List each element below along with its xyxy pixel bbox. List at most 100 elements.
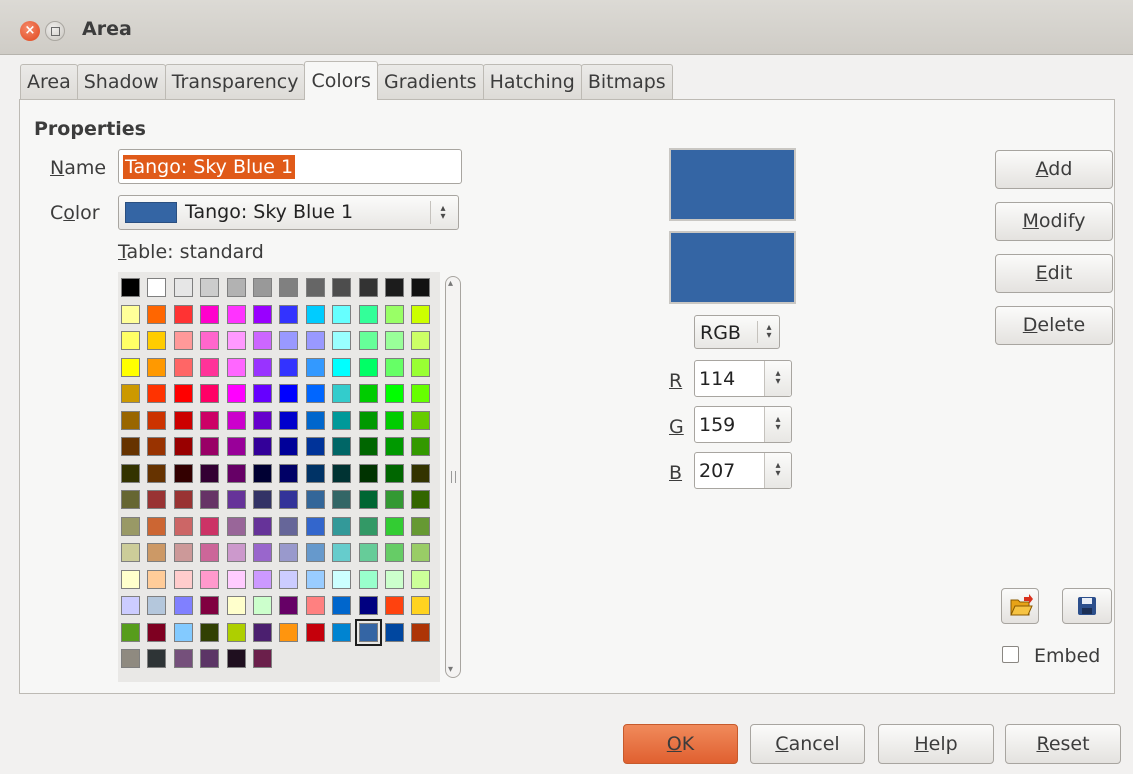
color-swatch[interactable] (332, 331, 352, 350)
color-swatch[interactable] (121, 384, 140, 403)
load-color-list-button[interactable] (1001, 588, 1039, 624)
color-swatch[interactable] (147, 516, 167, 536)
color-swatch[interactable] (200, 516, 220, 536)
color-swatch[interactable] (332, 622, 352, 642)
g-spinbox[interactable]: 159 ▴ ▾ (694, 406, 792, 443)
color-swatch[interactable] (385, 463, 404, 483)
color-swatch[interactable] (200, 490, 220, 509)
color-swatch[interactable] (173, 304, 193, 324)
color-swatch[interactable] (147, 543, 167, 562)
color-swatch[interactable] (253, 463, 272, 483)
color-swatch[interactable] (385, 357, 404, 377)
color-swatch[interactable] (305, 543, 325, 562)
color-swatch[interactable] (354, 618, 382, 646)
color-swatch[interactable] (305, 596, 325, 615)
color-swatch[interactable] (173, 569, 193, 589)
edit-button[interactable]: Edit (995, 254, 1113, 293)
scroll-down-icon[interactable]: ▾ (448, 664, 453, 675)
color-swatch[interactable] (279, 543, 299, 562)
color-swatch[interactable] (253, 649, 272, 668)
color-swatch[interactable] (226, 437, 246, 456)
color-swatch[interactable] (121, 596, 140, 615)
color-swatch[interactable] (253, 516, 272, 536)
color-swatch[interactable] (121, 543, 140, 562)
color-swatch[interactable] (279, 357, 299, 377)
color-swatch[interactable] (253, 278, 272, 297)
color-swatch[interactable] (332, 357, 352, 377)
color-swatch[interactable] (226, 649, 246, 668)
color-swatch[interactable] (147, 596, 167, 615)
color-swatch[interactable] (253, 543, 272, 562)
color-swatch[interactable] (173, 543, 193, 562)
color-swatch[interactable] (305, 437, 325, 456)
color-swatch[interactable] (358, 278, 378, 297)
color-swatch[interactable] (121, 490, 140, 509)
color-swatch[interactable] (253, 437, 272, 456)
color-swatch[interactable] (358, 437, 378, 456)
color-swatch[interactable] (200, 437, 220, 456)
color-swatch[interactable] (226, 596, 246, 615)
color-swatch[interactable] (226, 622, 246, 642)
color-swatch[interactable] (173, 649, 193, 668)
color-swatch[interactable] (226, 357, 246, 377)
color-swatch[interactable] (385, 490, 404, 509)
tab-bitmaps[interactable]: Bitmaps (580, 64, 673, 99)
color-swatch[interactable] (200, 304, 220, 324)
color-swatch[interactable] (253, 569, 272, 589)
color-swatch[interactable] (147, 331, 167, 350)
color-swatch[interactable] (332, 437, 352, 456)
color-swatch[interactable] (253, 622, 272, 642)
color-swatch[interactable] (411, 357, 431, 377)
tab-gradients[interactable]: Gradients (376, 64, 484, 99)
color-swatch[interactable] (358, 490, 378, 509)
name-input[interactable]: Tango: Sky Blue 1 (118, 149, 462, 184)
color-swatch[interactable] (411, 437, 431, 456)
color-swatch[interactable] (226, 304, 246, 324)
color-swatch[interactable] (305, 463, 325, 483)
color-swatch[interactable] (121, 331, 140, 350)
color-swatch[interactable] (332, 596, 352, 615)
color-swatch[interactable] (121, 304, 140, 324)
color-swatch[interactable] (358, 543, 378, 562)
color-swatch[interactable] (253, 304, 272, 324)
color-swatch[interactable] (121, 437, 140, 456)
palette-scrollbar[interactable]: ▴ ▾ (443, 272, 463, 684)
color-swatch[interactable] (200, 649, 220, 668)
color-swatch[interactable] (385, 304, 404, 324)
color-swatch[interactable] (358, 304, 378, 324)
color-swatch[interactable] (279, 331, 299, 350)
color-swatch[interactable] (279, 622, 299, 642)
color-swatch[interactable] (200, 331, 220, 350)
color-swatch[interactable] (121, 649, 140, 668)
scroll-up-icon[interactable]: ▴ (448, 278, 453, 289)
color-swatch[interactable] (200, 357, 220, 377)
color-swatch[interactable] (200, 543, 220, 562)
color-swatch[interactable] (279, 516, 299, 536)
color-swatch[interactable] (173, 622, 193, 642)
color-swatch[interactable] (279, 490, 299, 509)
color-swatch[interactable] (200, 463, 220, 483)
color-swatch[interactable] (226, 569, 246, 589)
color-swatch[interactable] (358, 410, 378, 430)
color-swatch[interactable] (173, 410, 193, 430)
color-swatch[interactable] (121, 278, 140, 297)
tab-colors[interactable]: Colors (304, 61, 378, 100)
color-swatch[interactable] (332, 569, 352, 589)
color-swatch[interactable] (332, 384, 352, 403)
color-swatch[interactable] (200, 622, 220, 642)
color-swatch[interactable] (279, 437, 299, 456)
color-swatch[interactable] (411, 490, 431, 509)
color-swatch[interactable] (332, 304, 352, 324)
modify-button[interactable]: Modify (995, 202, 1113, 241)
color-swatch[interactable] (279, 463, 299, 483)
color-swatch[interactable] (411, 384, 431, 403)
b-spinbox[interactable]: 207 ▴ ▾ (694, 452, 792, 489)
color-swatch[interactable] (385, 569, 404, 589)
color-swatch[interactable] (411, 543, 431, 562)
color-swatch[interactable] (147, 490, 167, 509)
tab-transparency[interactable]: Transparency (164, 64, 306, 99)
color-swatch[interactable] (173, 437, 193, 456)
color-swatch[interactable] (173, 463, 193, 483)
color-swatch[interactable] (358, 569, 378, 589)
color-swatch[interactable] (411, 596, 431, 615)
